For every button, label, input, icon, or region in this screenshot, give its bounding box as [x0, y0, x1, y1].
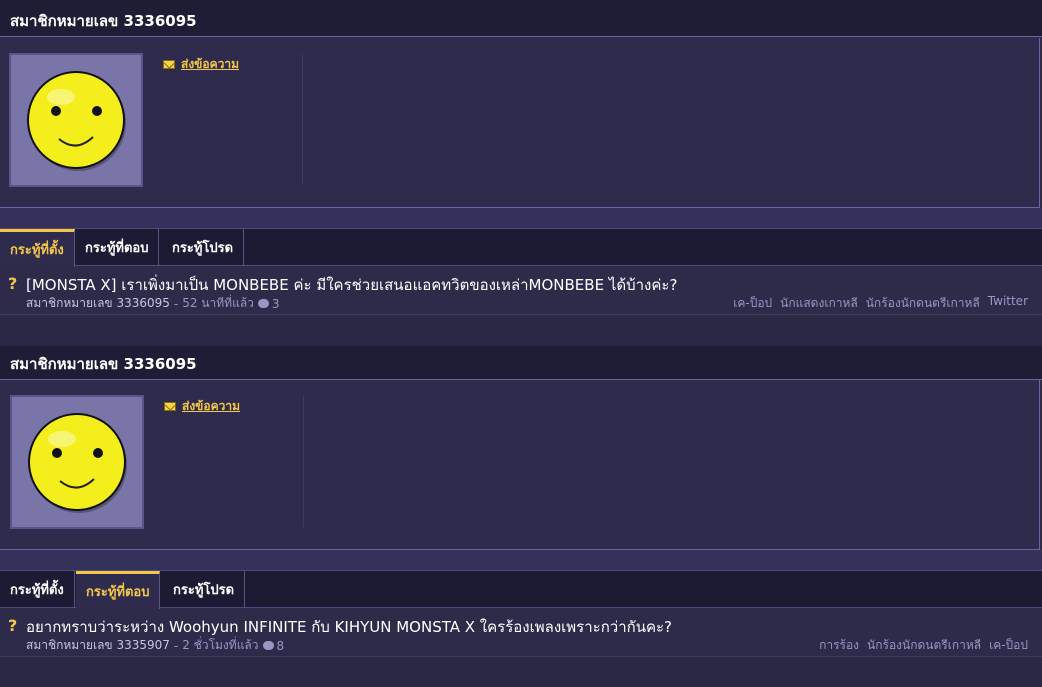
profile-panel: ส่งข้อความ [0, 380, 1040, 550]
send-message-link[interactable]: ส่งข้อความ [163, 55, 239, 74]
comment-icon [262, 641, 274, 650]
spacer [0, 550, 1042, 570]
tab-favorite-topics[interactable]: กระทู้โปรด [162, 229, 245, 266]
divider [302, 53, 303, 185]
tag[interactable]: เค-ป็อป [989, 636, 1028, 655]
divider [303, 395, 304, 527]
question-icon: ? [8, 274, 18, 293]
topic-author[interactable]: สมาชิกหมายเลข 3336095 [26, 294, 170, 313]
envelope-icon [163, 60, 175, 69]
topic-row: ? อยากทราบว่าระหว่าง Woohyun INFINITE กั… [0, 609, 1042, 657]
member-title-bar: สมาชิกหมายเลข 3336095 [0, 0, 1042, 37]
avatar [10, 395, 144, 529]
tag[interactable]: เค-ป็อป [733, 294, 772, 313]
comment-count: 3 [271, 296, 280, 311]
tab-favorite-topics[interactable]: กระทู้โปรด [163, 571, 246, 608]
profile-panel: ส่งข้อความ [0, 38, 1040, 208]
topic-tags: เค-ป็อป นักแสดงเกาหลี นักร้องนักดนตรีเกา… [733, 294, 1028, 313]
topic-author[interactable]: สมาชิกหมายเลข 3335907 [26, 636, 170, 655]
tab-replied-topics[interactable]: กระทู้ที่ตอบ [76, 571, 161, 609]
smiley-icon [28, 413, 127, 513]
tag[interactable]: Twitter [988, 294, 1028, 313]
comment-icon [257, 299, 269, 308]
question-icon: ? [8, 616, 18, 635]
send-message-label[interactable]: ส่งข้อความ [182, 397, 240, 416]
topic-tags: การร้อง นักร้องนักดนตรีเกาหลี เค-ป็อป [819, 636, 1028, 655]
tab-bar: กระทู้ที่ตั้ง กระทู้ที่ตอบ กระทู้โปรด [0, 570, 1042, 609]
send-message-label[interactable]: ส่งข้อความ [181, 55, 239, 74]
meta-separator: - [173, 296, 179, 311]
tag[interactable]: การร้อง [819, 636, 859, 655]
tab-created-topics[interactable]: กระทู้ที่ตั้ง [0, 571, 75, 608]
meta-separator: - [173, 638, 179, 653]
topic-time: 52 นาทีที่แล้ว [182, 296, 254, 310]
spacer [0, 316, 1042, 346]
tag[interactable]: นักแสดงเกาหลี [780, 294, 858, 313]
tab-created-topics[interactable]: กระทู้ที่ตั้ง [0, 229, 75, 267]
topic-row: ? [MONSTA X] เราเพิ่งมาเป็น MONBEBE ค่ะ … [0, 267, 1042, 315]
member-title: สมาชิกหมายเลข 3336095 [10, 355, 197, 373]
topic-meta: สมาชิกหมายเลข 3335907 - 2 ชั่วโมงที่แล้ว… [26, 636, 284, 655]
member-title: สมาชิกหมายเลข 3336095 [10, 12, 197, 30]
tag[interactable]: นักร้องนักดนตรีเกาหลี [866, 294, 980, 313]
spacer [0, 658, 1042, 687]
send-message-link[interactable]: ส่งข้อความ [164, 397, 240, 416]
envelope-icon [164, 402, 176, 411]
topic-time: 2 ชั่วโมงที่แล้ว [182, 638, 259, 652]
spacer [0, 208, 1042, 228]
tab-replied-topics[interactable]: กระทู้ที่ตอบ [75, 229, 160, 266]
topic-meta: สมาชิกหมายเลข 3336095 - 52 นาทีที่แล้ว 3 [26, 294, 280, 313]
comment-count: 8 [276, 638, 285, 653]
tag[interactable]: นักร้องนักดนตรีเกาหลี [867, 636, 981, 655]
member-title-bar: สมาชิกหมายเลข 3336095 [0, 346, 1042, 380]
tab-bar: กระทู้ที่ตั้ง กระทู้ที่ตอบ กระทู้โปรด [0, 228, 1042, 267]
smiley-icon [27, 71, 126, 171]
avatar [9, 53, 143, 187]
